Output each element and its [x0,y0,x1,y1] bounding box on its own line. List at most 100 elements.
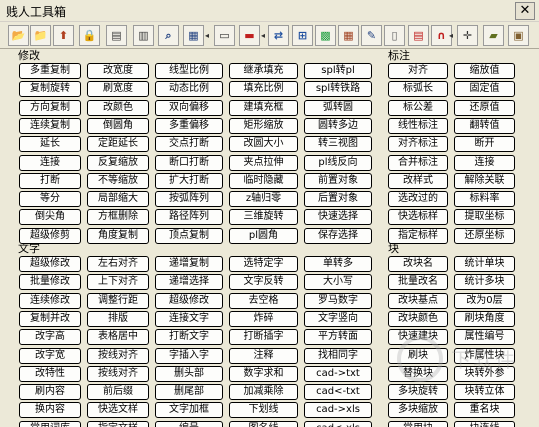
modify-button[interactable]: 角度复制 [87,228,149,244]
modify-button[interactable]: 反复缩放 [87,155,149,171]
text-button[interactable]: cad->xls [304,402,372,418]
text-button[interactable]: 编号 [155,421,223,427]
text-button[interactable]: cad->txt [304,366,372,382]
modify-button[interactable]: 延长 [19,136,81,152]
annotate-button[interactable]: 线性标注 [388,118,448,134]
block-button[interactable]: 块转立体 [454,384,515,400]
annotate-button[interactable]: 标弧长 [388,81,448,97]
modify-button[interactable]: 动态比例 [155,81,223,97]
text-button[interactable]: 改特性 [19,366,81,382]
modify-button[interactable]: 交点打断 [155,136,223,152]
text-button[interactable]: 复制并改 [19,311,81,327]
text-button[interactable]: 文字反转 [229,274,298,290]
modify-button[interactable]: 弧转圆 [304,100,372,116]
modify-button[interactable]: 夹点拉伸 [229,155,298,171]
text-button[interactable]: 上下对齐 [87,274,149,290]
modify-button[interactable]: 改宽度 [87,63,149,79]
annotate-button[interactable]: 固定值 [454,81,515,97]
modify-button[interactable]: 超级修剪 [19,228,81,244]
annotate-button[interactable]: 改样式 [388,173,448,189]
modify-button[interactable]: 按弧阵列 [155,191,223,207]
text-button[interactable]: 前后缀 [87,384,149,400]
toolbar-button-export[interactable]: ⬆ [53,25,74,46]
annotate-button[interactable]: 标料率 [454,191,515,207]
modify-button[interactable]: 倒尖角 [19,209,81,225]
block-button[interactable]: 刷块角度 [454,311,515,327]
block-button[interactable]: 块连线 [454,421,515,427]
annotate-button[interactable]: 标公差 [388,100,448,116]
toolbar-button-color-palette[interactable]: ▩ [315,25,336,46]
text-button[interactable]: 超级修改 [155,293,223,309]
block-button[interactable]: 块转外参 [454,366,515,382]
text-button[interactable]: 文字加框 [155,402,223,418]
toolbar-button-ruler[interactable]: ▥ [133,25,154,46]
text-button[interactable]: 刷内容 [19,384,81,400]
text-button[interactable]: 按线对齐 [87,366,149,382]
text-button[interactable]: 删头部 [155,366,223,382]
modify-button[interactable]: 复制旋转 [19,81,81,97]
modify-button[interactable]: 方向复制 [19,100,81,116]
block-button[interactable]: 替换块 [388,366,448,382]
modify-button[interactable]: 线型比例 [155,63,223,79]
text-button[interactable]: 表格居中 [87,329,149,345]
text-button[interactable]: 大小写 [304,274,372,290]
text-button[interactable]: 平方转面 [304,329,372,345]
text-button[interactable]: 注释 [229,348,298,364]
modify-button[interactable]: 连续复制 [19,118,81,134]
modify-button[interactable]: 顶点复制 [155,228,223,244]
toolbar-button-table[interactable]: ▤ [408,25,429,46]
text-button[interactable]: 炸碎 [229,311,298,327]
modify-button[interactable]: 临时隐藏 [229,173,298,189]
modify-button[interactable]: 刷宽度 [87,81,149,97]
text-button[interactable]: 图名线 [229,421,298,427]
text-button[interactable]: 递增复制 [155,256,223,272]
text-button[interactable]: 快选文样 [87,402,149,418]
block-button[interactable]: 改为0层 [454,293,515,309]
annotate-button[interactable]: 对齐标注 [388,136,448,152]
toolbar-button-rect-frame[interactable]: ▭ [214,25,235,46]
toolbar-button-document[interactable]: ▯ [384,25,405,46]
close-button[interactable]: ✕ [515,2,535,20]
text-button[interactable]: 左右对齐 [87,256,149,272]
text-button[interactable]: 连接文字 [155,311,223,327]
block-button[interactable]: 多块缩放 [388,402,448,418]
block-button[interactable]: 统计多块 [454,274,515,290]
modify-button[interactable]: spl转pl [304,63,372,79]
block-button[interactable]: 改块名 [388,256,448,272]
text-button[interactable]: 找相同字 [304,348,372,364]
text-button[interactable]: 连续修改 [19,293,81,309]
toolbar-button-truck[interactable]: ▰ [483,25,504,46]
annotate-button[interactable]: 提取坐标 [454,209,515,225]
text-button[interactable]: 打断插字 [229,329,298,345]
modify-button[interactable]: 填充比例 [229,81,298,97]
modify-button[interactable]: 改颜色 [87,100,149,116]
toolbar-button-transfer[interactable]: ⇄ [268,25,289,46]
modify-button[interactable]: 三维旋转 [229,209,298,225]
text-button[interactable]: 删尾部 [155,384,223,400]
modify-button[interactable]: 继承填充 [229,63,298,79]
title-bar[interactable]: 贱人工具箱 ✕ [0,0,539,22]
block-button[interactable]: 属性编号 [454,329,515,345]
modify-button[interactable]: 改圆大小 [229,136,298,152]
toolbar-button-printer[interactable]: ▤ [106,25,127,46]
text-button[interactable]: 去空格 [229,293,298,309]
text-button[interactable]: 罗马数字 [304,293,372,309]
text-button[interactable]: 换内容 [19,402,81,418]
text-button[interactable]: cad<-txt [304,384,372,400]
block-button[interactable]: 改块基点 [388,293,448,309]
modify-button[interactable]: 快速选择 [304,209,372,225]
modify-button[interactable]: 矩形缩放 [229,118,298,134]
text-button[interactable]: 打断文字 [155,329,223,345]
modify-button[interactable]: spl转铁路 [304,81,372,97]
toolbar-button-clipboard[interactable]: ▣ [508,25,529,46]
annotate-button[interactable]: 指定标样 [388,228,448,244]
text-button[interactable]: 指定文样 [87,421,149,427]
text-button[interactable]: 加减乘除 [229,384,298,400]
modify-button[interactable]: 建填充框 [229,100,298,116]
modify-button[interactable]: pl圆角 [229,228,298,244]
modify-button[interactable]: 多重复制 [19,63,81,79]
toolbar-button-grid[interactable]: ▦ [338,25,359,46]
toolbar-button-open-folder[interactable]: 📂 [8,25,29,46]
annotate-button[interactable]: 还原值 [454,100,515,116]
modify-button[interactable]: 打断 [19,173,81,189]
